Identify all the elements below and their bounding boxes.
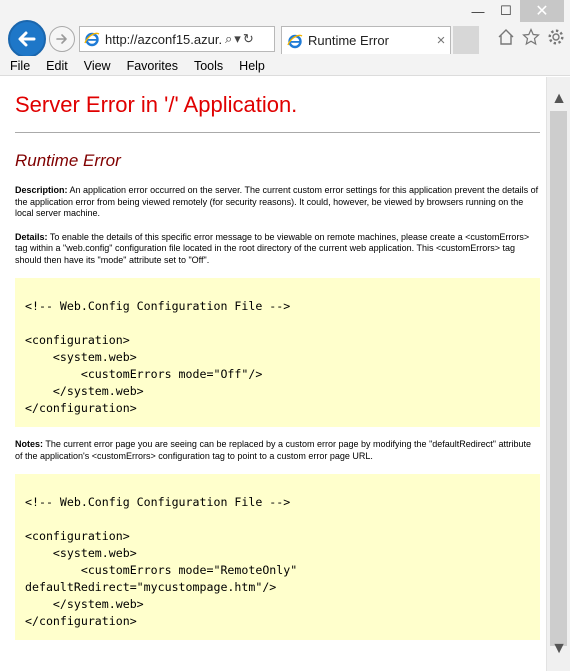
close-window-button[interactable]: ✕ [520, 0, 564, 22]
menu-favorites[interactable]: Favorites [127, 59, 178, 73]
details-paragraph: Details: To enable the details of this s… [15, 232, 540, 267]
scrollbar-thumb[interactable] [550, 111, 567, 646]
home-icon[interactable] [496, 27, 516, 47]
menu-view[interactable]: View [84, 59, 111, 73]
favorites-star-icon[interactable] [521, 27, 541, 47]
address-bar[interactable]: http://azconf15.azur... ⌕ ▾ ↻ [79, 26, 275, 52]
details-text: To enable the details of this specific e… [15, 231, 530, 265]
tab-title: Runtime Error [308, 33, 389, 48]
ie-logo-icon [84, 32, 100, 47]
notes-text: The current error page you are seeing ca… [15, 439, 532, 461]
url-text[interactable]: http://azconf15.azur... [105, 32, 221, 47]
vertical-scrollbar[interactable]: ▲ ▼ [546, 77, 570, 671]
close-tab-icon[interactable]: × [432, 32, 450, 49]
menu-file[interactable]: File [10, 59, 30, 73]
gear-icon[interactable] [546, 27, 566, 47]
maximize-button[interactable]: ☐ [492, 0, 520, 22]
code-text: <!-- Web.Config Configuration File --> <… [25, 495, 298, 628]
window-controls: — ☐ ✕ [464, 0, 564, 22]
arrow-left-icon [18, 31, 36, 47]
description-text: An application error occurred on the ser… [15, 185, 539, 218]
menu-tools[interactable]: Tools [194, 59, 223, 73]
menu-edit[interactable]: Edit [46, 59, 68, 73]
arrow-right-icon [56, 34, 67, 44]
tab-runtime-error[interactable]: Runtime Error × [281, 26, 451, 54]
scroll-up-icon[interactable]: ▲ [547, 89, 570, 109]
description-paragraph: Description: An application error occurr… [15, 185, 540, 220]
divider [15, 132, 540, 133]
new-tab-button[interactable] [453, 26, 479, 54]
error-subtitle: Runtime Error [15, 151, 121, 170]
config-code-block-remoteonly: <!-- Web.Config Configuration File --> <… [15, 474, 540, 640]
details-label: Details: [15, 231, 48, 242]
search-icon[interactable]: ⌕ [225, 31, 232, 47]
browser-titlebar: — ☐ ✕ http://azconf15.azur... ⌕ ▾ ↻ Runt… [0, 0, 570, 58]
back-button[interactable] [8, 20, 46, 58]
minimize-button[interactable]: — [464, 0, 492, 22]
menu-help[interactable]: Help [239, 59, 265, 73]
scroll-down-icon[interactable]: ▼ [547, 639, 570, 659]
refresh-icon[interactable]: ↻ [243, 31, 254, 47]
description-label: Description: [15, 185, 68, 195]
notes-label: Notes: [15, 439, 44, 449]
chevron-down-icon[interactable]: ▾ [234, 31, 241, 47]
ie-logo-icon [287, 34, 303, 48]
page-title: Server Error in '/' Application. [15, 92, 298, 117]
menu-bar: File Edit View Favorites Tools Help [0, 56, 570, 76]
config-code-block-off: <!-- Web.Config Configuration File --> <… [15, 278, 540, 427]
page-content: Server Error in '/' Application. Runtime… [0, 77, 546, 671]
forward-button[interactable] [49, 26, 75, 52]
notes-paragraph: Notes: The current error page you are se… [15, 439, 540, 462]
code-text: <!-- Web.Config Configuration File --> <… [25, 299, 291, 415]
browser-tools [496, 27, 566, 47]
